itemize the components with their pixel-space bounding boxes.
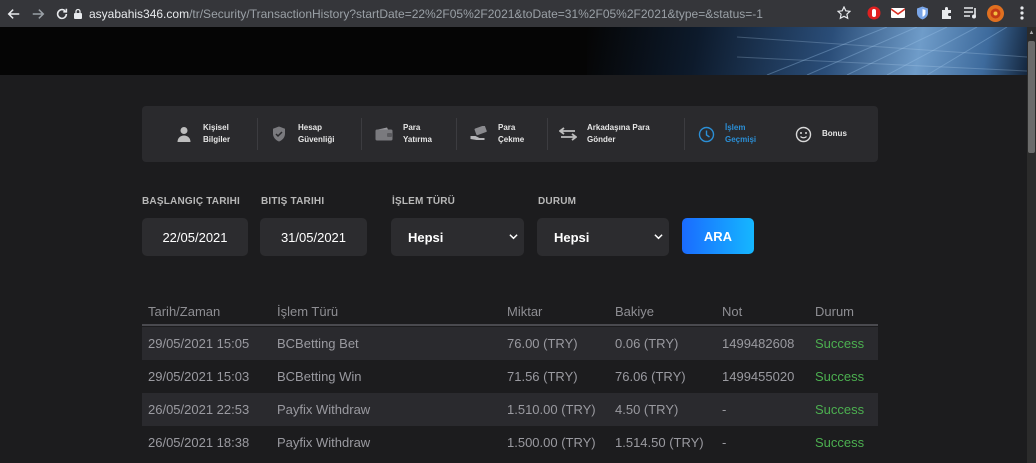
status-value: Hepsi: [554, 229, 590, 245]
back-arrow-icon: [7, 8, 20, 19]
tab-label: Para Çekme: [498, 123, 525, 144]
cell-balance: 76.06 (TRY): [615, 369, 686, 384]
cell-balance: 0.06 (TRY): [615, 336, 679, 351]
column-header-type: İşlem Türü: [277, 304, 339, 319]
cell-amount: 76.00 (TRY): [507, 336, 578, 351]
tab-label: Hesap Güvenliği: [298, 123, 335, 144]
transaction-type-select[interactable]: Hepsi: [391, 218, 524, 256]
cell-balance: 1.514.50 (TRY): [615, 435, 704, 450]
status-select[interactable]: Hepsi: [537, 218, 669, 256]
tab-withdraw[interactable]: Para Çekme: [457, 106, 548, 162]
bookmark-star-icon[interactable]: [836, 5, 852, 21]
cell-amount: 1.510.00 (TRY): [507, 402, 596, 417]
cell-balance: 4.50 (TRY): [615, 402, 679, 417]
table-row: 29/05/2021 15:05 BCBetting Bet 76.00 (TR…: [142, 327, 878, 360]
url-text: asyabahis346.com/tr/Security/Transaction…: [89, 7, 763, 21]
column-header-note: Not: [722, 304, 743, 319]
banner-lines-decoration: [736, 27, 1027, 75]
back-button[interactable]: [3, 3, 25, 25]
browser-toolbar: asyabahis346.com/tr/Security/Transaction…: [0, 0, 1036, 27]
column-header-balance: Bakiye: [615, 304, 655, 319]
table-row: 26/05/2021 18:38 Payfix Withdraw 1.500.0…: [142, 426, 878, 459]
wallet-icon: [374, 124, 394, 144]
extension-red-shield-icon[interactable]: [866, 5, 882, 21]
end-date-label: BITIŞ TARIHI: [261, 196, 325, 207]
url-path: /tr/Security/TransactionHistory?startDat…: [189, 6, 763, 21]
top-banner: [0, 27, 1027, 75]
extension-shield-icon[interactable]: [914, 5, 930, 21]
tab-account-security[interactable]: Hesap Güvenliği: [258, 106, 362, 162]
tab-personal-info[interactable]: Kişisel Bilgiler: [142, 106, 258, 162]
cell-datetime: 29/05/2021 15:03: [148, 369, 250, 384]
forward-arrow-icon: [32, 8, 45, 19]
cell-amount: 1.500.00 (TRY): [507, 435, 596, 450]
page-scrollbar[interactable]: ▲: [1027, 27, 1036, 463]
column-header-datetime: Tarih/Zaman: [148, 304, 221, 319]
transaction-history-page: Kişisel Bilgiler Hesap Güvenliği Para Ya…: [0, 75, 1027, 463]
extensions-puzzle-icon[interactable]: [939, 5, 955, 21]
end-date-field[interactable]: 31/05/2021: [260, 218, 367, 256]
url-host: asyabahis346.com: [89, 6, 190, 21]
cell-datetime: 29/05/2021 15:05: [148, 336, 250, 351]
cell-type: Payfix Withdraw: [277, 402, 371, 417]
chevron-down-icon: [509, 234, 518, 240]
tab-label: Bonus: [822, 129, 847, 138]
status-label: DURUM: [538, 196, 577, 207]
reload-icon: [56, 8, 68, 19]
lock-icon: [74, 8, 82, 19]
transaction-type-value: Hepsi: [408, 229, 444, 245]
profile-avatar[interactable]: [987, 5, 1004, 22]
cell-datetime: 26/05/2021 22:53: [148, 402, 250, 417]
cell-status: Success: [815, 402, 865, 417]
cell-status: Success: [815, 369, 865, 384]
table-row: 29/05/2021 15:03 BCBetting Win 71.56 (TR…: [142, 360, 878, 393]
cell-type: Payfix Withdraw: [277, 435, 371, 450]
forward-button[interactable]: [27, 3, 49, 25]
reload-button[interactable]: [51, 3, 73, 25]
address-bar[interactable]: asyabahis346.com/tr/Security/Transaction…: [72, 3, 862, 24]
tab-label: İşlem Geçmişi: [725, 123, 757, 144]
user-icon: [174, 124, 194, 144]
table-header: Tarih/Zaman İşlem Türü Miktar Bakiye Not…: [142, 297, 878, 326]
tab-bonus[interactable]: Bonus: [781, 106, 871, 162]
cell-status: Success: [815, 435, 865, 450]
start-date-label: BAŞLANGIÇ TARIHI: [142, 196, 241, 207]
chevron-down-icon: [654, 234, 663, 240]
scroll-up-arrow-icon[interactable]: ▲: [1027, 29, 1036, 37]
table-row: 26/05/2021 22:53 Payfix Withdraw 1.510.0…: [142, 393, 878, 426]
cell-type: BCBetting Bet: [277, 336, 359, 351]
transfer-arrows-icon: [558, 124, 578, 144]
shield-icon: [269, 124, 289, 144]
cell-type: BCBetting Win: [277, 369, 362, 384]
media-control-icon[interactable]: [963, 5, 979, 21]
account-tabs: Kişisel Bilgiler Hesap Güvenliği Para Ya…: [142, 106, 878, 162]
cell-note: 1499482608: [722, 336, 795, 351]
column-header-status: Durum: [815, 304, 855, 319]
browser-menu-icon[interactable]: [1014, 5, 1030, 21]
cell-note: -: [722, 402, 727, 417]
cell-note: -: [722, 435, 727, 450]
cell-status: Success: [815, 336, 865, 351]
smile-icon: [793, 124, 813, 144]
transaction-type-label: İŞLEM TÜRÜ: [392, 196, 456, 207]
tab-deposit[interactable]: Para Yatırma: [362, 106, 457, 162]
cell-datetime: 26/05/2021 18:38: [148, 435, 250, 450]
cell-note: 1499455020: [722, 369, 795, 384]
start-date-field[interactable]: 22/05/2021: [142, 218, 248, 256]
tab-label: Para Yatırma: [403, 123, 432, 144]
cell-amount: 71.56 (TRY): [507, 369, 578, 384]
cash-hand-icon: [469, 124, 489, 144]
tab-label: Kişisel Bilgiler: [203, 123, 231, 144]
search-button[interactable]: ARA: [682, 218, 754, 254]
tab-label: Arkadaşına Para Gönder: [587, 123, 650, 144]
scrollbar-thumb[interactable]: [1028, 41, 1035, 153]
tab-send-money-to-friend[interactable]: Arkadaşına Para Gönder: [548, 106, 685, 162]
tab-transaction-history[interactable]: İşlem Geçmişi: [685, 106, 781, 162]
history-clock-icon: [696, 124, 716, 144]
column-header-amount: Miktar: [507, 304, 543, 319]
extension-gmail-icon[interactable]: [890, 5, 906, 21]
